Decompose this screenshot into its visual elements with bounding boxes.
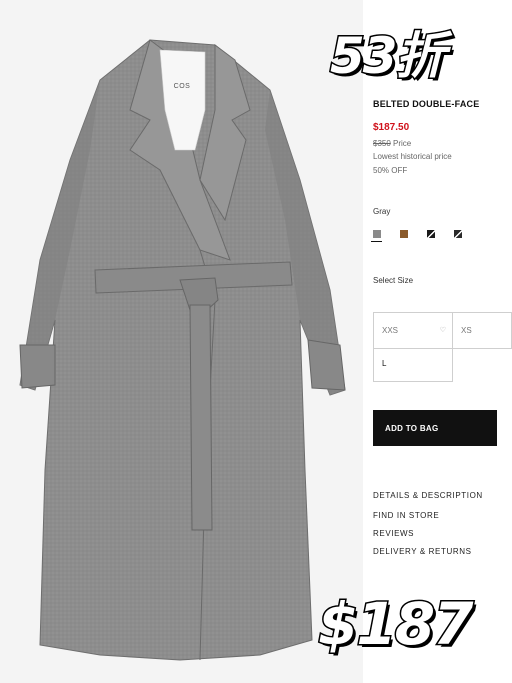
size-option-label: L <box>382 359 387 368</box>
delivery-returns-link[interactable]: DELIVERY & RETURNS <box>373 547 472 556</box>
add-to-bag-button[interactable]: ADD TO BAG <box>373 410 497 446</box>
product-image[interactable]: COS <box>0 0 363 683</box>
size-option-l[interactable]: L <box>373 348 453 382</box>
swatch-black-2[interactable] <box>454 230 462 238</box>
coat-illustration <box>19 39 346 661</box>
sale-price: $187.50 <box>373 122 410 133</box>
swatch-camel[interactable] <box>400 230 408 238</box>
size-option-xs[interactable]: XS <box>452 312 512 349</box>
discount-label: 50% OFF <box>373 166 408 175</box>
product-title: BELTED DOUBLE-FACE <box>373 99 480 109</box>
size-option-xxs[interactable]: XXS ♡ <box>373 312 453 349</box>
promo-discount-text: 53折 <box>329 26 448 87</box>
notify-bell-icon[interactable]: ♡ <box>440 313 446 349</box>
find-in-store-link[interactable]: FIND IN STORE <box>373 511 439 520</box>
original-price: $350 Price <box>373 139 411 148</box>
size-option-label: XS <box>461 326 472 335</box>
promo-price-text: $187 <box>316 589 474 660</box>
original-price-value: $350 <box>373 139 391 148</box>
reviews-link[interactable]: REVIEWS <box>373 529 414 538</box>
brand-label: COS <box>173 83 191 90</box>
swatch-gray[interactable] <box>373 230 381 238</box>
color-label: Gray <box>373 207 391 216</box>
selected-swatch-underline <box>371 241 382 242</box>
price-suffix: Price <box>393 139 412 148</box>
size-option-label: XXS <box>382 326 399 335</box>
swatch-black[interactable] <box>427 230 435 238</box>
select-size-label: Select Size <box>373 276 414 285</box>
price-note: Lowest historical price <box>373 152 452 161</box>
details-description-link[interactable]: DETAILS & DESCRIPTION <box>373 491 483 500</box>
product-info-panel: BELTED DOUBLE-FACE $187.50 $350 Price Lo… <box>363 0 512 683</box>
